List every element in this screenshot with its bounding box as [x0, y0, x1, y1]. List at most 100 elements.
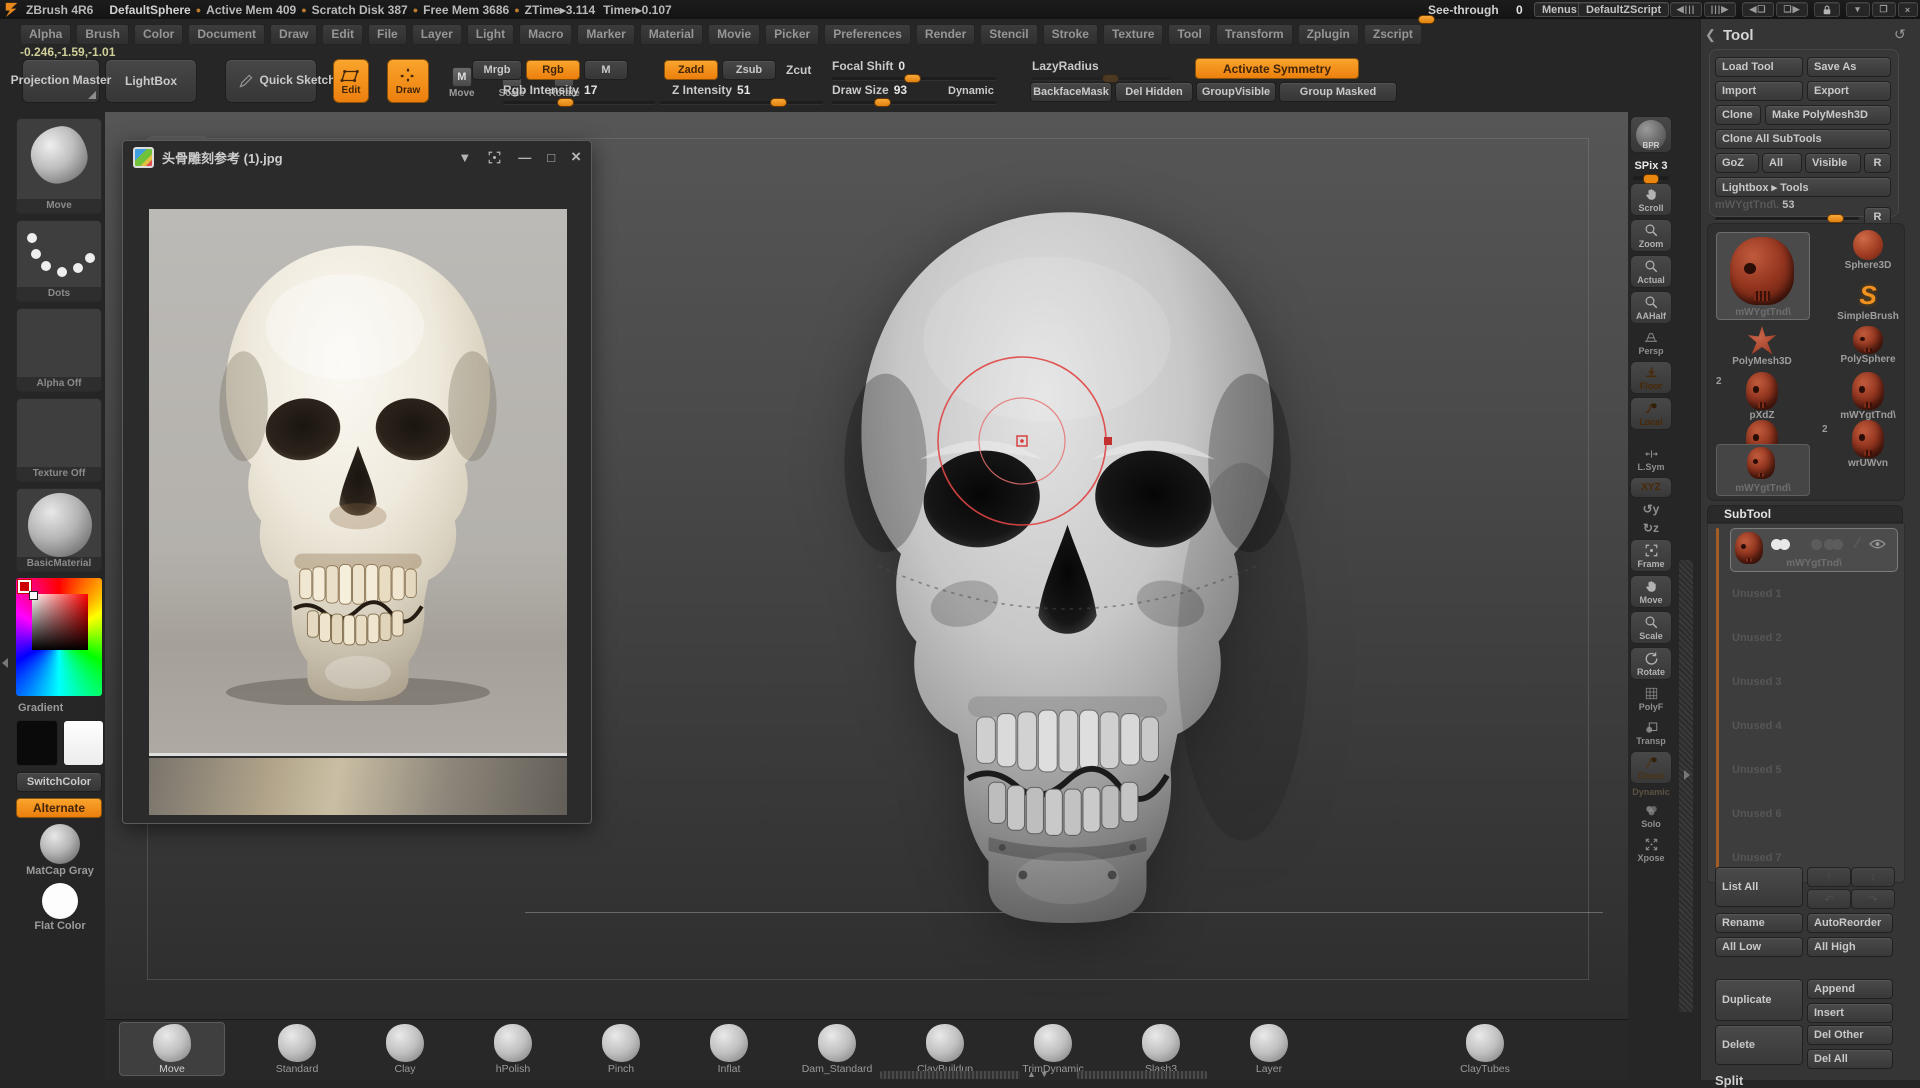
xyz-button[interactable]: XYZ [1630, 477, 1672, 498]
z-intensity-handle[interactable] [770, 98, 787, 107]
frame-button[interactable]: Frame [1630, 539, 1672, 572]
z-intensity-slider[interactable] [660, 101, 823, 104]
minimize-icon[interactable]: ▾ [1846, 2, 1870, 17]
del-other-button[interactable]: Del Other [1807, 1025, 1893, 1045]
lsym-button[interactable]: L.Sym [1630, 444, 1672, 474]
menu-item[interactable]: Tool [1168, 24, 1210, 45]
tray-scrollbar-right[interactable] [1077, 1071, 1207, 1079]
persp-button[interactable]: Persp [1630, 327, 1672, 358]
ghost-button[interactable]: Ghost [1630, 751, 1672, 784]
group-masked-button[interactable]: Group Masked [1279, 82, 1397, 102]
menu-item[interactable]: Draw [270, 24, 317, 45]
active-tool-slider-handle[interactable] [1827, 214, 1844, 223]
alpha-tile[interactable]: Alpha Off [16, 308, 102, 392]
window-menu-icon[interactable]: ▼ [458, 150, 471, 165]
subtool-header[interactable]: SubTool [1707, 505, 1903, 523]
brush-item-move[interactable]: Move [119, 1022, 225, 1076]
menu-item[interactable]: Stroke [1043, 24, 1098, 45]
mrgb-button[interactable]: Mrgb [472, 60, 522, 80]
list-all-button[interactable]: List All [1715, 867, 1803, 907]
spin-y-button[interactable]: ↺y [1630, 501, 1672, 517]
goz-r-button[interactable]: R [1864, 153, 1891, 173]
spix-track[interactable] [1633, 176, 1669, 180]
brush-item-clay[interactable]: Clay [353, 1024, 457, 1075]
tool-thumb-polymesh3d[interactable]: PolyMesh3D [1730, 326, 1794, 367]
subtool-unused-row[interactable]: Unused 6 [1708, 792, 1904, 836]
subtool-down-button[interactable]: ↓ [1851, 867, 1895, 887]
shelf-scrollbar[interactable] [1679, 560, 1693, 1012]
texture-map-icon[interactable] [1824, 539, 1846, 550]
scroll-button[interactable]: Scroll [1630, 183, 1672, 216]
tool-thumb-polysphere[interactable]: PolySphere [1836, 326, 1900, 365]
menu-item[interactable]: Light [467, 24, 514, 45]
edit-button[interactable]: Edit [333, 59, 369, 103]
window-close-icon[interactable]: × [571, 147, 581, 167]
saturation-square[interactable] [32, 594, 88, 650]
scroll-left-icon[interactable]: ◀||| [1670, 2, 1702, 17]
reference-window-titlebar[interactable]: 头骨雕刻参考 (1).jpg ▼ — □ × [123, 141, 591, 173]
texture-tile[interactable]: Texture Off [16, 398, 102, 482]
left-tray-collapse-icon[interactable] [2, 658, 8, 668]
draw-button[interactable]: Draw [387, 59, 429, 103]
prev-window-icon[interactable]: ◀❏ [1742, 2, 1774, 17]
reference-photo[interactable] [149, 209, 567, 753]
floor-button[interactable]: Floor [1630, 361, 1672, 394]
group-visible-button[interactable]: GroupVisible [1196, 82, 1276, 102]
see-through-slider-handle[interactable] [1418, 15, 1435, 24]
move-3d-button[interactable]: Move [1630, 575, 1672, 608]
tool-thumb-simplebrush[interactable]: S SimpleBrush [1836, 280, 1900, 322]
secondary-color-swatch[interactable] [63, 720, 105, 766]
menu-item[interactable]: Alpha [20, 24, 71, 45]
zsub-button[interactable]: Zsub [722, 60, 776, 80]
insert-button[interactable]: Insert [1807, 1003, 1893, 1023]
menu-item[interactable]: Brush [76, 24, 129, 45]
right-tray-collapse-icon[interactable] [1684, 770, 1690, 780]
projection-master-button[interactable]: Projection Master [22, 59, 100, 103]
aahalf-button[interactable]: AAHalf [1630, 291, 1672, 324]
subtool-unused-row[interactable]: Unused 1 [1708, 572, 1904, 616]
brush-item-pinch[interactable]: Pinch [569, 1024, 673, 1075]
spin-z-button[interactable]: ↻z [1630, 520, 1672, 536]
autoreorder-button[interactable]: AutoReorder [1807, 913, 1893, 933]
focal-shift-handle[interactable] [904, 74, 921, 83]
activate-symmetry-button[interactable]: Activate Symmetry [1195, 58, 1359, 79]
all-low-button[interactable]: All Low [1715, 937, 1803, 957]
menu-item[interactable]: Macro [519, 24, 572, 45]
brush-item-standard[interactable]: Standard [245, 1024, 349, 1075]
menu-item[interactable]: Texture [1103, 24, 1163, 45]
palette-back-icon[interactable]: ❮ [1705, 27, 1716, 43]
move-mode-button[interactable]: M Move [449, 59, 475, 99]
menu-item[interactable]: Preferences [824, 24, 911, 45]
sculpted-skull-model[interactable] [810, 200, 1325, 925]
menu-item[interactable]: Movie [708, 24, 760, 45]
brush-item-inflat[interactable]: Inflat [677, 1024, 781, 1075]
brush-item-trimdynamic[interactable]: TrimDynamic [1001, 1024, 1105, 1075]
active-tool-thumb[interactable]: mWYgtTnd\ [1716, 232, 1810, 320]
zadd-button[interactable]: Zadd [664, 60, 718, 80]
goz-button[interactable]: GoZ [1715, 153, 1759, 173]
color-picker[interactable] [16, 578, 102, 696]
clone-all-subtools-button[interactable]: Clone All SubTools [1715, 129, 1891, 149]
zoom-button[interactable]: Zoom [1630, 219, 1672, 252]
fit-view-icon[interactable] [487, 150, 502, 165]
draw-size-handle[interactable] [874, 98, 891, 107]
m-button[interactable]: M [584, 60, 628, 80]
polypaint-icon[interactable] [1771, 539, 1793, 550]
scroll-right-icon[interactable]: |||▶ [1704, 2, 1736, 17]
alternate-button[interactable]: Alternate [16, 798, 102, 818]
draw-size-slider[interactable] [832, 101, 996, 104]
spix-handle[interactable] [1643, 174, 1659, 184]
menu-item[interactable]: Marker [577, 24, 634, 45]
visibility-eye-icon[interactable] [1869, 539, 1886, 549]
brush-item-hpolish[interactable]: hPolish [461, 1024, 565, 1075]
tool-thumb-mwygttnd-1[interactable]: mWYgtTnd\ [1836, 372, 1900, 421]
subtool-active-item[interactable]: ⁄ mWYgtTnd\ [1730, 528, 1898, 572]
del-all-button[interactable]: Del All [1807, 1049, 1893, 1069]
subtool-unused-row[interactable]: Unused 2 [1708, 616, 1904, 660]
rgb-intensity-slider[interactable] [503, 101, 655, 104]
backface-mask-button[interactable]: BackfaceMask [1030, 82, 1112, 102]
next-window-icon[interactable]: ❏▶ [1776, 2, 1808, 17]
del-hidden-button[interactable]: Del Hidden [1115, 82, 1193, 102]
brush-item-slash3[interactable]: Slash3 [1109, 1024, 1213, 1075]
tool-thumb-pxdz[interactable]: pXdZ [1730, 372, 1794, 421]
